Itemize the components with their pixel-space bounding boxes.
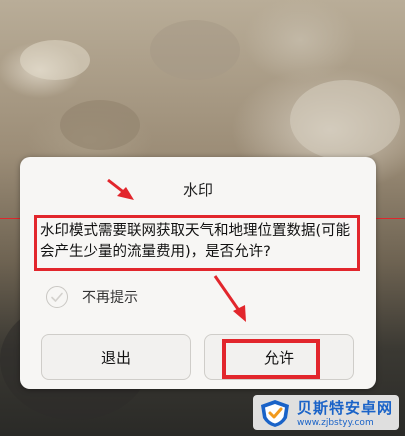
arrow-to-allow-icon — [213, 275, 246, 322]
arrow-to-title-icon — [107, 178, 134, 200]
site-watermark: 贝斯特安卓网 www.zjbstyy.com — [252, 395, 399, 430]
shield-logo-icon — [260, 399, 289, 427]
annotation-arrows — [107, 178, 246, 322]
watermark-url: www.zjbstyy.com — [296, 418, 374, 428]
watermark-name: 贝斯特安卓网 — [296, 399, 393, 417]
